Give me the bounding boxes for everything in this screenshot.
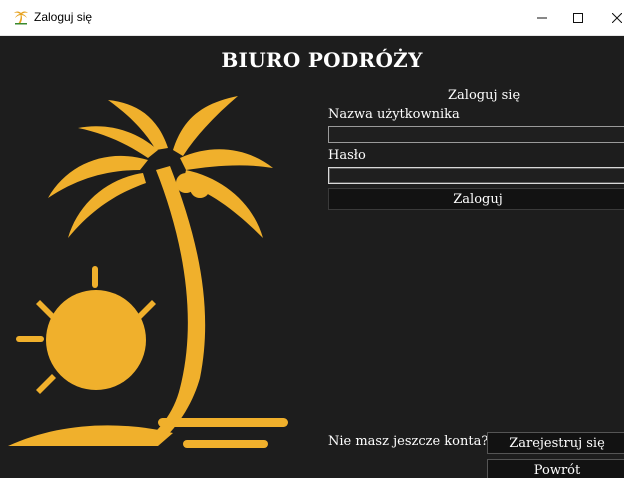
username-label: Nazwa użytkownika [328,107,460,122]
close-button[interactable] [594,0,624,36]
window-title: Zaloguj się [34,10,93,24]
password-field[interactable] [328,167,624,184]
minimize-icon [537,17,547,19]
back-button[interactable]: Powrót [487,459,624,478]
close-icon [612,13,622,23]
no-account-text: Nie masz jeszcze konta? [328,434,489,449]
palm-tree-sun-beach-illustration [8,96,288,448]
page-title: BIURO PODRÓŻY [221,48,423,72]
maximize-icon [573,13,583,23]
login-button[interactable]: Zaloguj [328,188,624,210]
login-heading: Zaloguj się [448,88,521,103]
register-button[interactable]: Zarejestruj się [487,432,624,454]
login-window-content: BIURO PODRÓŻY Zaloguj się Nazwa użytkown… [0,36,624,478]
password-label: Hasło [328,148,366,163]
palm-tree-icon [14,11,28,25]
window-titlebar: Zaloguj się [0,0,624,36]
username-field[interactable] [328,126,624,143]
